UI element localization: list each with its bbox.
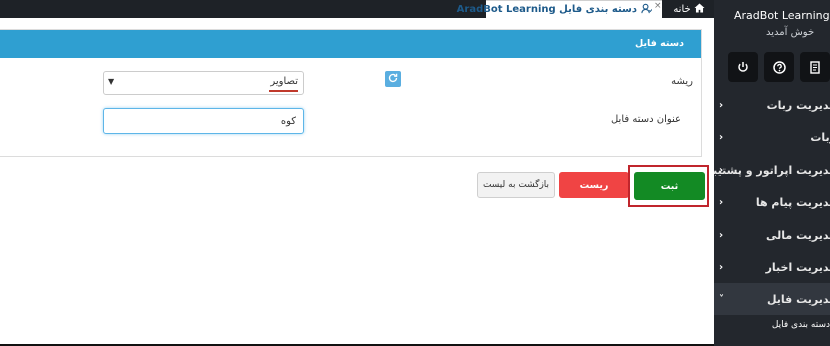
sidebar-item-messages[interactable]: ‹ مدیریت پیام ها [714, 186, 830, 218]
sidebar-subitem-label: دسته بندی فایل [771, 320, 830, 330]
refresh-icon [388, 73, 398, 86]
chevron-left-icon: ‹ [719, 131, 724, 143]
submit-button[interactable]: ثبت [634, 172, 705, 200]
sidebar-item-bot[interactable]: ‹ ربات [714, 121, 830, 153]
sidebar-item-finance[interactable]: ‹ مدیریت مالی [714, 219, 830, 251]
brand-title: AradBot Learning [734, 9, 830, 22]
spellcheck-underline [269, 90, 298, 92]
caret-down-icon: ▼ [108, 77, 115, 86]
sidebar-item-label: مدیریت مالی [766, 228, 830, 242]
sidebar-item-label: مدیریت اخبار [765, 260, 830, 274]
category-name-input[interactable] [103, 108, 304, 134]
chevron-left-icon: ‹ [719, 261, 724, 273]
root-select-value: تصاویر [270, 76, 298, 87]
chevron-down-icon: ˅ [719, 293, 724, 305]
tab-label: دسته بندی فایل AradBot Learning [456, 4, 637, 15]
sidebar-item-label: مدیریت فایل [766, 292, 830, 306]
file-category-panel: دسته فایل ریشه تصاویر ▼ عنوان دسته فابل [0, 29, 702, 157]
back-to-list-button[interactable]: بازگشت به لیست [477, 172, 555, 198]
sidebar-item-label: مدیریت اپراتور و پشتیبانی [714, 163, 830, 177]
tab-home[interactable]: خانه [664, 0, 714, 18]
sidebar: AradBot Learning خوش آمدید ‹ مدیریت ربات… [714, 0, 830, 346]
document-icon[interactable] [800, 52, 830, 82]
category-name-label: عنوان دسته فابل [610, 114, 681, 125]
sidebar-item-operator-support[interactable]: ‹ مدیریت اپراتور و پشتیبانی [714, 154, 830, 186]
app-window: دسته بندی فایل AradBot Learning × خانه A… [0, 0, 830, 346]
sidebar-item-news[interactable]: ‹ مدیریت اخبار [714, 251, 830, 283]
root-select[interactable]: تصاویر ▼ [103, 71, 304, 95]
reset-button[interactable]: ریست [559, 172, 629, 198]
sidebar-item-label: مدیریت ربات [766, 98, 830, 112]
sidebar-item-files[interactable]: ˅ مدیریت فایل [714, 283, 830, 315]
chevron-left-icon: ‹ [719, 229, 724, 241]
sidebar-item-label: مدیریت پیام ها [755, 195, 830, 209]
sidebar-item-bot-management[interactable]: ‹ مدیریت ربات [714, 89, 830, 121]
tab-bar: دسته بندی فایل AradBot Learning × خانه [0, 0, 714, 18]
sidebar-icon-row [728, 52, 830, 82]
panel-header: دسته فایل [0, 30, 701, 58]
tab-label: خانه [673, 3, 691, 15]
refresh-button[interactable] [385, 71, 401, 87]
tab-close-icon[interactable]: × [654, 1, 662, 11]
panel-title: دسته فایل [635, 38, 684, 49]
user-icon [641, 3, 653, 17]
logout-icon[interactable] [728, 52, 758, 82]
sidebar-subitem-file-category[interactable]: دسته بندی فایل [714, 316, 830, 338]
tab-file-category[interactable]: دسته بندی فایل AradBot Learning [457, 0, 662, 18]
chevron-left-icon: ‹ [719, 196, 724, 208]
help-icon[interactable] [764, 52, 794, 82]
welcome-text: خوش آمدید [766, 27, 815, 38]
sidebar-item-label: ربات [810, 130, 830, 144]
root-label: ریشه [671, 76, 693, 87]
chevron-left-icon: ‹ [719, 99, 724, 111]
home-icon [694, 2, 705, 16]
